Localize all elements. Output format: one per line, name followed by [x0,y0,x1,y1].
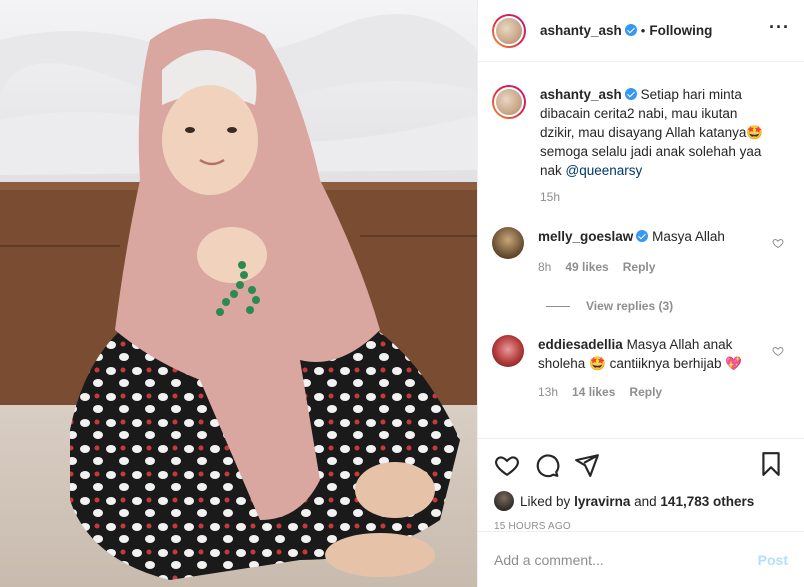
comment-item: eddiesadellia Masya Allah anak sholeha 🤩… [492,335,790,402]
bookmark-icon[interactable] [758,451,784,477]
mention-link[interactable]: @queenarsy [566,163,643,178]
liker-avatar[interactable] [494,491,514,511]
view-replies-button[interactable]: View replies (3) [546,299,790,313]
author-username[interactable]: ashanty_ash [540,23,622,38]
caption-meta: 15h [540,188,768,207]
comment-meta: 13h 14 likes Reply [538,383,766,402]
separator-dot: • [640,23,646,38]
author-avatar[interactable] [492,13,526,48]
post-photo[interactable] [0,0,477,587]
comment-body: Masya Allah [652,229,725,244]
commenter-avatar[interactable] [492,335,524,367]
comment-input[interactable] [494,551,758,568]
share-icon[interactable] [574,452,600,478]
comment-time[interactable]: 13h [538,385,558,399]
following-button[interactable]: Following [649,23,712,38]
commenter-username[interactable]: melly_goeslaw [538,229,633,244]
like-comment-heart-icon[interactable] [772,345,784,357]
author-info: ashanty_ash • Following [540,23,712,38]
sparkling-heart-emoji-icon: 💖 [725,356,743,371]
action-icons [494,451,788,479]
commenter-avatar[interactable] [492,227,524,259]
comment-likes[interactable]: 14 likes [572,385,615,399]
comment-time[interactable]: 8h [538,260,551,274]
star-eyes-emoji-icon: 🤩 [746,125,764,140]
liker-username[interactable]: lyravirna [574,494,630,509]
star-eyes-emoji-icon: 🤩 [589,356,606,371]
commenter-username[interactable]: eddiesadellia [538,337,623,352]
likes-summary: Liked by lyravirna and 141,783 others [494,491,788,511]
caption-text: ashanty_ash Setiap hari minta dibacain c… [540,85,768,207]
caption: ashanty_ash Setiap hari minta dibacain c… [492,85,790,207]
add-comment-bar: Post [478,531,804,587]
like-comment-heart-icon[interactable] [772,237,784,249]
view-replies-line [546,305,570,307]
comment-text: eddiesadellia Masya Allah anak sholeha 🤩… [538,335,766,402]
heart-icon[interactable] [494,452,520,478]
reply-button[interactable]: Reply [623,260,656,274]
comment-text: melly_goeslaw Masya Allah 8h 49 likes Repl… [538,227,766,277]
caption-time[interactable]: 15h [540,190,560,204]
comment-meta: 8h 49 likes Reply [538,258,766,277]
liked-by-prefix: Liked by [520,493,571,509]
caption-username[interactable]: ashanty_ash [540,87,622,102]
post-header: ashanty_ash • Following ··· [478,0,804,62]
instagram-post: ashanty_ash • Following ··· ashanty_ash Se… [0,0,804,587]
verified-badge-icon [624,24,637,36]
comment-body-2: cantiiknya berhijab [609,356,722,371]
comment-item: melly_goeslaw Masya Allah 8h 49 likes Repl… [492,227,790,277]
likes-count[interactable]: 141,783 others [660,494,754,509]
view-replies-label[interactable]: View replies (3) [586,299,673,313]
verified-badge-icon [624,88,637,100]
post-actions: Liked by lyravirna and 141,783 others 15… [478,438,804,532]
post-photo-illustration [0,0,477,587]
verified-badge-icon [636,230,649,242]
comment-icon[interactable] [534,452,560,478]
liked-by-and: and [634,493,657,509]
caption-avatar[interactable] [492,85,526,119]
post-comment-button[interactable]: Post [758,552,788,568]
reply-button[interactable]: Reply [629,385,662,399]
post-side-panel: ashanty_ash • Following ··· ashanty_ash Se… [477,0,804,587]
comment-likes[interactable]: 49 likes [565,260,608,274]
comments-section: ashanty_ash Setiap hari minta dibacain c… [478,63,804,438]
more-horizontal-icon[interactable]: ··· [769,18,790,36]
